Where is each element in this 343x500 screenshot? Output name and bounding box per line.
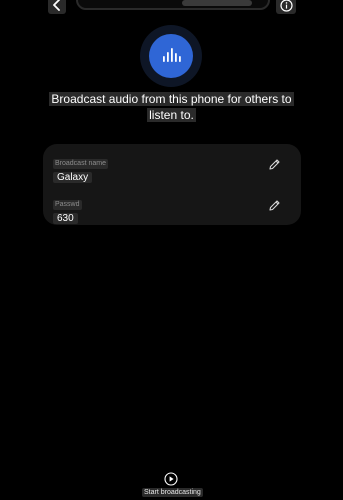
info-icon	[279, 0, 293, 12]
top-pill-indicator	[182, 0, 252, 6]
top-tab-pill	[76, 0, 270, 10]
back-button[interactable]	[48, 0, 66, 14]
pencil-icon	[268, 158, 280, 170]
info-button[interactable]	[276, 0, 296, 14]
password-label: Passwd	[53, 200, 82, 210]
broadcast-audio-icon	[149, 34, 193, 78]
start-broadcasting-label[interactable]: Start broadcasting	[142, 488, 203, 497]
broadcast-description: Broadcast audio from this phone for othe…	[49, 92, 294, 122]
edit-password-button[interactable]	[266, 197, 282, 213]
play-circle-icon	[164, 472, 178, 486]
start-broadcasting-button[interactable]	[164, 472, 178, 486]
broadcast-name-value: Galaxy	[53, 172, 108, 184]
chevron-left-icon	[53, 0, 60, 11]
edit-broadcast-name-button[interactable]	[266, 156, 282, 172]
password-value: 630	[53, 213, 82, 225]
broadcast-settings-card: Broadcast name Galaxy Passwd 630	[43, 144, 301, 225]
top-bar	[0, 0, 343, 14]
pencil-icon	[268, 199, 280, 211]
broadcast-name-field[interactable]: Broadcast name Galaxy	[53, 152, 108, 184]
broadcast-name-label: Broadcast name	[53, 159, 108, 169]
password-field[interactable]: Passwd 630	[53, 193, 82, 225]
